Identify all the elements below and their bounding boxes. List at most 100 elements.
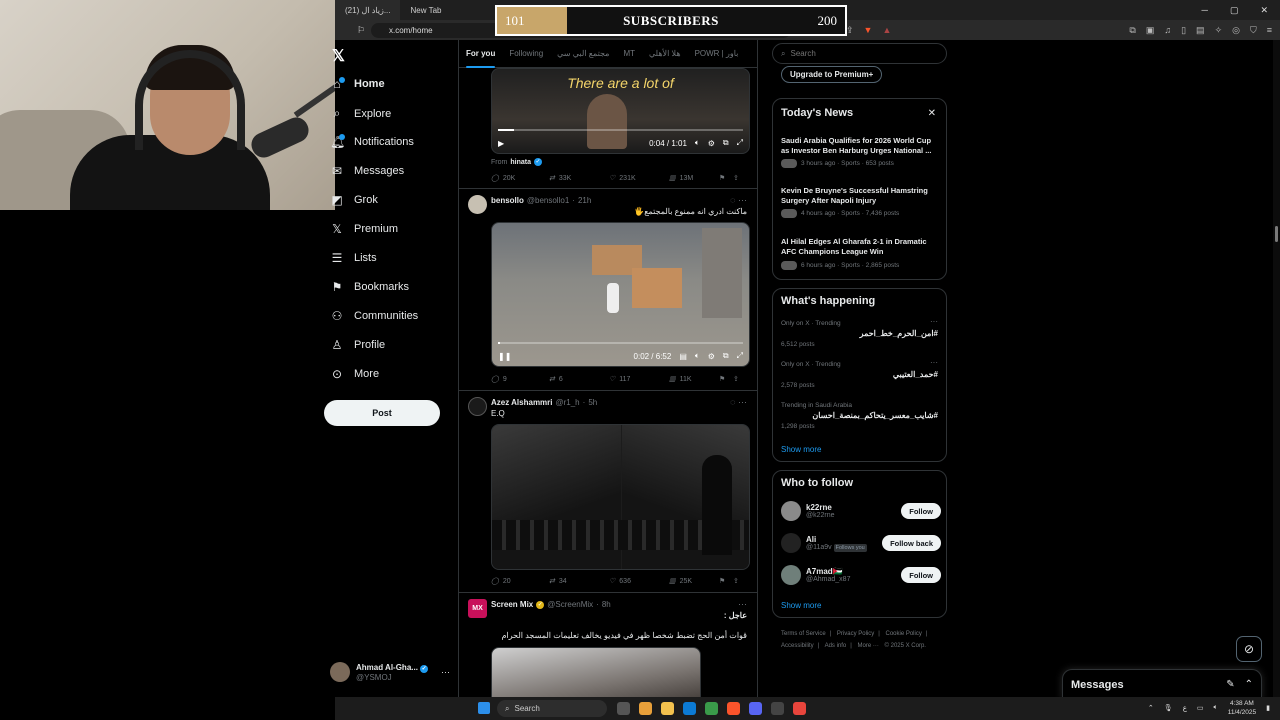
tweet-image[interactable] — [491, 424, 750, 570]
browser-tab[interactable]: New Tab — [400, 0, 451, 20]
tab-ahli[interactable]: هلا الأهلي — [642, 40, 688, 68]
nav-messages[interactable]: ✉ Messages — [330, 164, 404, 178]
post-button[interactable]: Post — [324, 400, 440, 426]
volume-icon[interactable]: 🔈︎ — [695, 351, 700, 361]
tabs-icon[interactable]: ▤ — [1196, 25, 1205, 36]
nav-bookmarks[interactable]: ⚑ Bookmarks — [330, 280, 409, 294]
footer-link[interactable]: Accessibility — [781, 643, 814, 649]
nav-communities[interactable]: ⚇ Communities — [330, 309, 419, 323]
grok-button[interactable]: ⊘ — [1236, 636, 1262, 662]
show-more-link[interactable]: Show more — [781, 601, 821, 610]
follow-button[interactable]: Follow — [901, 567, 941, 583]
rewards-icon[interactable]: ▲ — [882, 25, 891, 36]
edge-game-icon[interactable] — [639, 702, 652, 715]
settings-icon[interactable]: ⚙ — [708, 139, 715, 148]
clock[interactable]: 4:38 AM 11/4/2025 — [1228, 699, 1256, 717]
browser-tab[interactable]: (21) زياد ال... — [335, 0, 401, 20]
mic-icon[interactable]: 🎙︎ — [1164, 704, 1173, 712]
vpn-icon[interactable]: ◎ — [1232, 25, 1240, 36]
tweet-more-icon[interactable]: ◌ ··· — [730, 195, 747, 205]
nav-grok[interactable]: ◩ Grok — [330, 193, 378, 207]
messages-drawer[interactable]: Messages ✎ ⌃ — [1062, 669, 1262, 699]
views-button[interactable]: ▥ 13M — [669, 174, 719, 183]
pip-icon[interactable]: ⧉ — [723, 351, 729, 361]
scroll-thumb[interactable] — [1275, 226, 1278, 242]
like-button[interactable]: ♡ 636 — [609, 577, 669, 586]
search-input[interactable] — [790, 49, 931, 58]
tweet-video[interactable]: ❚❚ 0:02 / 6:52 ▤ 🔈︎ ⚙ ⧉ ⤢ — [491, 222, 750, 367]
footer-link[interactable]: Ads info — [825, 643, 847, 649]
news-headline[interactable]: Saudi Arabia Qualifies for 2026 World Cu… — [781, 136, 941, 156]
footer-link[interactable]: Cookie Policy — [886, 631, 922, 637]
reply-button[interactable]: ◯ 20K — [491, 174, 549, 183]
pip-icon[interactable]: ⧉ — [723, 138, 729, 148]
chrome-icon[interactable] — [793, 702, 806, 715]
tab-following[interactable]: Following — [502, 40, 550, 68]
bookmark-button[interactable]: ⚑ — [719, 375, 733, 383]
footer-link[interactable]: Privacy Policy — [837, 631, 874, 637]
notifications-icon[interactable]: ▮ — [1266, 704, 1270, 712]
video-progress[interactable] — [498, 342, 743, 344]
chevron-up-icon[interactable]: ⌃ — [1245, 679, 1253, 690]
footer-link[interactable]: Terms of Service — [781, 631, 826, 637]
sidebar-icon[interactable]: ▯ — [1181, 25, 1186, 36]
share-icon[interactable]: ⇪ — [846, 25, 854, 36]
tweet-more-icon[interactable]: ◌ ··· — [730, 397, 747, 407]
tweet-more-icon[interactable]: ··· — [738, 599, 747, 609]
brave-icon[interactable] — [727, 702, 740, 715]
reply-button[interactable]: ◯ 20 — [491, 577, 549, 586]
tweet-video[interactable]: There are a lot of ▶ 0:04 / 1:01 🔈︎ ⚙ ⧉ … — [491, 68, 750, 154]
tab-community-pc[interactable]: مجتمع البي سي — [550, 40, 616, 68]
tab-mt[interactable]: MT — [616, 40, 642, 68]
close-icon[interactable]: ✕ — [1260, 5, 1268, 16]
footer-link[interactable]: More ··· — [858, 643, 879, 649]
like-button[interactable]: ♡ 231K — [609, 174, 669, 183]
tweet-author-name[interactable]: bensollo — [491, 196, 524, 205]
tweet-author-name[interactable]: Screen Mix — [491, 600, 533, 609]
bookmark-button[interactable]: ⚑ — [719, 174, 733, 182]
nav-premium[interactable]: 𝕏 Premium — [330, 222, 398, 236]
trend-name[interactable]: #شايب_معسر_يتحاكم_بمنصة_احسان — [812, 411, 938, 420]
shield-icon[interactable]: ⛉ — [1250, 25, 1257, 36]
tweet-time[interactable]: 8h — [602, 600, 611, 609]
tab-powr[interactable]: POWR | باور — [688, 40, 746, 68]
views-button[interactable]: ▥ 25K — [669, 577, 719, 586]
tab-for-you[interactable]: For you — [459, 40, 502, 68]
from-name[interactable]: hinata — [510, 159, 531, 166]
avatar[interactable] — [468, 397, 487, 416]
repost-button[interactable]: ⇄ 34 — [549, 577, 609, 586]
fullscreen-icon[interactable]: ⤢ — [737, 351, 743, 361]
language-indicator[interactable]: ع — [1183, 704, 1187, 712]
task-view-icon[interactable] — [617, 702, 630, 715]
follow-back-button[interactable]: Follow back — [882, 535, 941, 551]
avatar[interactable] — [468, 195, 487, 214]
search-field[interactable]: ⌕ — [772, 43, 947, 64]
avatar[interactable]: MX — [468, 599, 487, 618]
nav-more[interactable]: ⊙ More — [330, 367, 379, 381]
nav-explore[interactable]: ⌕ Explore — [330, 106, 392, 121]
repost-button[interactable]: ⇄ 6 — [549, 375, 609, 384]
close-icon[interactable]: ✕ — [928, 108, 936, 119]
show-more-link[interactable]: Show more — [781, 445, 821, 454]
video-progress[interactable] — [498, 129, 743, 131]
taskbar-search[interactable]: ⌕ Search — [497, 700, 607, 717]
share-button[interactable]: ⇪ — [733, 577, 739, 585]
wallet-icon[interactable]: ▣ — [1146, 25, 1155, 36]
settings-icon[interactable]: ⚙ — [708, 352, 715, 361]
volume-icon[interactable]: 🔈︎ — [695, 138, 700, 148]
page-scrollbar[interactable] — [1273, 40, 1280, 700]
network-icon[interactable]: ▭ — [1197, 704, 1204, 712]
trend-name[interactable]: #حمد_العتيبي — [893, 370, 938, 379]
menu-icon[interactable]: ≡ — [1267, 25, 1272, 36]
repost-button[interactable]: ⇄ 33K — [549, 174, 609, 183]
reply-button[interactable]: ◯ 9 — [491, 375, 549, 384]
new-message-icon[interactable]: ✎ — [1226, 679, 1234, 690]
x-logo-icon[interactable]: 𝕏 — [332, 46, 345, 66]
leo-icon[interactable]: ✧ — [1215, 25, 1223, 36]
like-button[interactable]: ♡ 117 — [609, 375, 669, 384]
news-headline[interactable]: Kevin De Bruyne's Successful Hamstring S… — [781, 186, 941, 206]
maximize-icon[interactable]: ▢ — [1230, 5, 1239, 16]
trend-more-icon[interactable]: ··· — [930, 317, 938, 326]
follow-suggestion[interactable]: Ali @11a9v Follows you Follow back — [781, 533, 941, 553]
obs-icon[interactable] — [771, 702, 784, 715]
